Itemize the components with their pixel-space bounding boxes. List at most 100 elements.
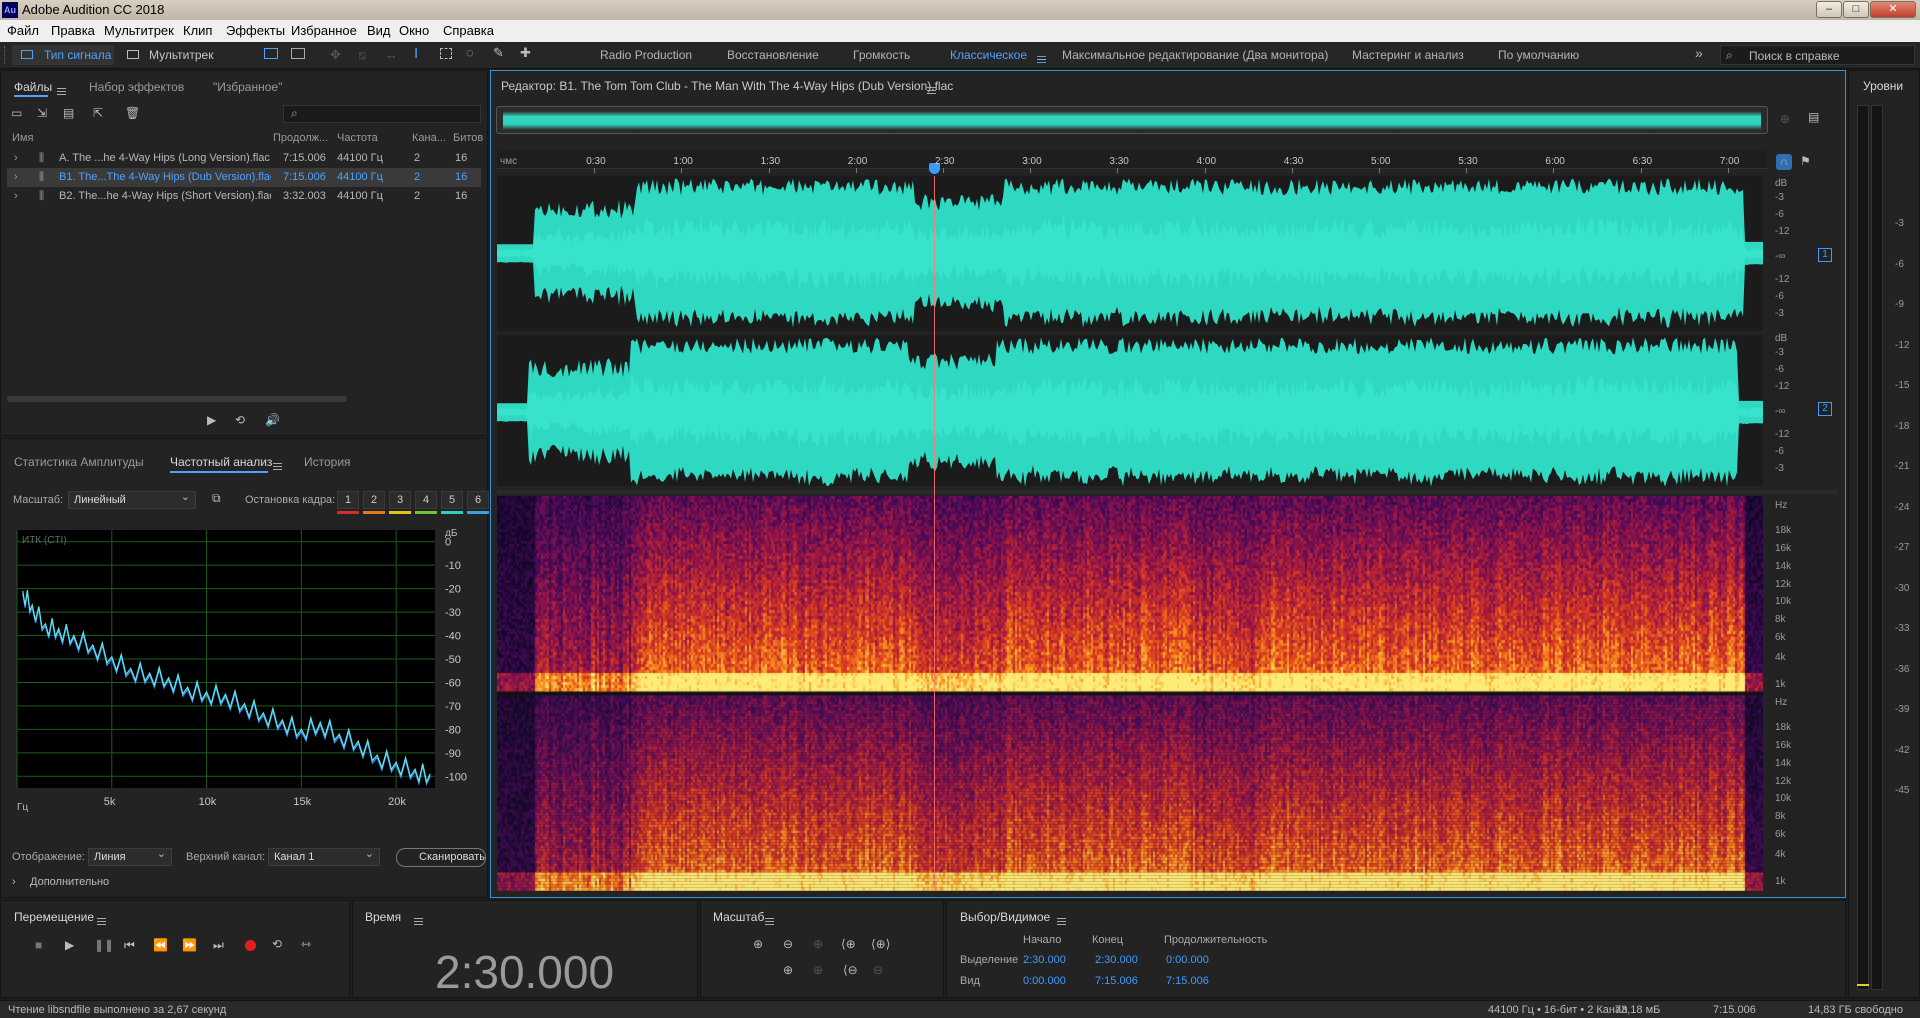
open-folder-icon[interactable]: ▭ [11, 106, 22, 120]
waveform-display[interactable] [497, 176, 1763, 486]
column-channels[interactable]: Кана... [412, 132, 446, 144]
brush-tool-icon[interactable]: ✎ [493, 45, 504, 61]
analysis-menu-icon[interactable] [267, 459, 282, 473]
zoom-reset-icon[interactable]: ⊖ [873, 963, 883, 977]
workspace-mastering[interactable]: Мастеринг и анализ [1352, 48, 1464, 62]
files-search-input[interactable]: ⌕ [283, 105, 481, 123]
freeze-slot-button[interactable]: 5 [441, 491, 463, 509]
zoom-in-time-icon[interactable]: ⊕ [813, 937, 823, 951]
zoom-out-full-icon[interactable]: ⟨⊖ [843, 963, 858, 977]
tab-amplitude-stats[interactable]: Статистика Амплитуды [14, 455, 144, 469]
freeze-slot-button[interactable]: 6 [467, 491, 489, 509]
pause-icon[interactable]: ❚❚ [94, 938, 114, 952]
tab-effects-rack[interactable]: Набор эффектов [89, 80, 184, 94]
play-icon[interactable]: ▶ [65, 938, 74, 952]
overview-menu-icon[interactable]: ▤ [1808, 110, 1819, 124]
rewind-icon[interactable]: ⏪ [153, 938, 168, 952]
workspace-overflow-icon[interactable]: » [1695, 45, 1703, 61]
razor-tool-icon[interactable]: ⧅ [358, 47, 366, 63]
view-start[interactable]: 0:00.000 [1023, 975, 1066, 987]
scan-button[interactable]: Сканировать [396, 848, 486, 867]
stop-icon[interactable]: ■ [35, 938, 42, 952]
menu-effects[interactable]: Эффекты [226, 23, 285, 38]
insert-icon[interactable]: ⇱ [93, 106, 103, 120]
waveform-view-button[interactable]: Тип сигнала [12, 45, 114, 65]
channel-dropdown[interactable]: Канал 1 [268, 847, 380, 866]
selection-menu-icon[interactable] [1051, 914, 1066, 928]
menu-view[interactable]: Вид [367, 23, 391, 38]
zoom-out-point-icon[interactable]: ⊕ [813, 963, 823, 977]
zoom-selection-icon[interactable]: ⟨⊕ [841, 937, 856, 951]
channel-1-badge[interactable]: 1 [1818, 248, 1832, 262]
record-icon[interactable] [245, 940, 256, 951]
scale-dropdown[interactable]: Линейный [68, 490, 196, 509]
autoplay-icon[interactable]: 🔊 [265, 413, 280, 427]
fast-forward-icon[interactable]: ⏩ [182, 938, 197, 952]
workspace-radio-production[interactable]: Radio Production [600, 48, 692, 62]
overview-navigator[interactable] [496, 106, 1768, 134]
tab-frequency-analysis[interactable]: Частотный анализ [170, 455, 272, 469]
view-duration[interactable]: 7:15.006 [1166, 975, 1209, 987]
current-time-display[interactable]: 2:30.000 [435, 945, 614, 999]
column-bits[interactable]: Битов [453, 132, 483, 144]
workspace-menu-icon[interactable] [1031, 52, 1046, 66]
freeze-slot-button[interactable]: 4 [415, 491, 437, 509]
menu-edit[interactable]: Правка [51, 23, 95, 38]
pitch-display-icon[interactable] [291, 48, 305, 59]
tab-history[interactable]: История [304, 455, 351, 469]
zoom-vertical-icon[interactable]: ⊕ [1780, 112, 1790, 126]
menu-help[interactable]: Справка [443, 23, 494, 38]
marquee-tool-icon[interactable] [440, 48, 452, 59]
file-row-selected[interactable]: › ⫼ B1. The...The 4-Way Hips (Dub Versio… [7, 168, 481, 187]
transport-menu-icon[interactable] [91, 914, 106, 928]
playhead-line[interactable] [934, 176, 935, 891]
menu-multitrack[interactable]: Мультитрек [104, 23, 174, 38]
selection-start[interactable]: 2:30.000 [1023, 954, 1066, 966]
play-preview-icon[interactable]: ▶ [207, 413, 216, 427]
selection-end[interactable]: 2:30.000 [1095, 954, 1138, 966]
delete-icon[interactable]: 🗑 [125, 106, 140, 120]
freeze-slot-button[interactable]: 2 [363, 491, 385, 509]
workspace-restoration[interactable]: Восстановление [727, 48, 819, 62]
menu-file[interactable]: Файл [7, 23, 39, 38]
marker-icon[interactable]: ⚑ [1800, 154, 1811, 168]
go-to-end-icon[interactable]: ⏭ [213, 938, 224, 953]
workspace-max-editing[interactable]: Максимальное редактирование (Два монитор… [1062, 48, 1328, 62]
zoom-full-icon[interactable]: ⟨⊕⟩ [871, 937, 890, 951]
time-menu-icon[interactable] [408, 914, 423, 928]
lasso-tool-icon[interactable]: ◌ [466, 45, 474, 60]
new-file-icon[interactable]: ▤ [63, 106, 74, 120]
close-button[interactable]: ✕ [1870, 1, 1916, 18]
multitrack-view-button[interactable]: Мультитрек [125, 45, 221, 65]
workspace-loudness[interactable]: Громкость [853, 48, 910, 62]
maximize-button[interactable]: □ [1843, 1, 1869, 18]
display-dropdown[interactable]: Линия [88, 847, 172, 866]
help-search-box[interactable]: ⌕ Поиск в справке [1720, 45, 1915, 65]
spectral-display[interactable] [497, 496, 1763, 891]
waveform-spectral-divider[interactable] [497, 490, 1837, 494]
workspace-default[interactable]: По умолчанию [1498, 48, 1579, 62]
file-row[interactable]: › ⫼ A. The ...he 4-Way Hips (Long Versio… [7, 149, 481, 168]
zoom-menu-icon[interactable] [759, 914, 774, 928]
menu-clip[interactable]: Клип [183, 23, 212, 38]
go-to-start-icon[interactable]: ⏮ [124, 938, 135, 953]
workspace-classic[interactable]: Классическое [950, 48, 1027, 62]
minimize-button[interactable]: – [1816, 1, 1842, 18]
spectral-display-icon[interactable] [264, 48, 278, 59]
slip-tool-icon[interactable]: ↔ [385, 47, 398, 62]
loop-preview-icon[interactable]: ⟲ [235, 413, 245, 427]
move-tool-icon[interactable]: ✥ [330, 47, 341, 63]
editor-menu-icon[interactable] [921, 83, 936, 97]
view-end[interactable]: 7:15.006 [1095, 975, 1138, 987]
import-icon[interactable]: ⇲ [37, 106, 47, 120]
spot-healing-icon[interactable]: ✚ [520, 45, 531, 61]
loop-playback-icon[interactable]: ⟲ [272, 937, 282, 951]
skip-selection-icon[interactable]: ⇿ [301, 937, 311, 951]
selection-duration[interactable]: 0:00.000 [1166, 954, 1209, 966]
freeze-slot-button[interactable]: 3 [389, 491, 411, 509]
freeze-slot-button[interactable]: 1 [337, 491, 359, 509]
files-panel-menu-icon[interactable] [51, 84, 66, 98]
time-selection-tool-icon[interactable]: I [414, 45, 418, 62]
more-label[interactable]: Дополнительно [30, 876, 109, 888]
zoom-in-point-icon[interactable]: ⊕ [783, 963, 793, 977]
